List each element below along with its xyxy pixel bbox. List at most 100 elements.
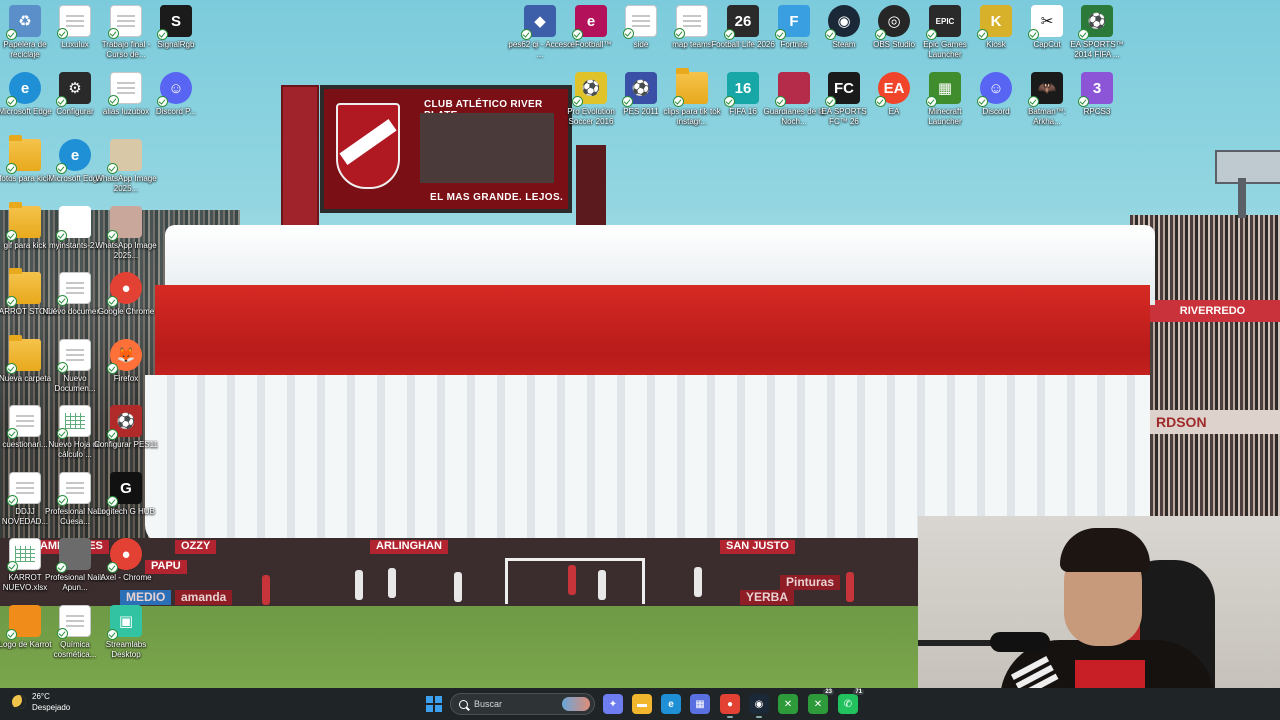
document-icon xyxy=(108,72,142,106)
wallpaper-floodlight-pole xyxy=(1238,178,1246,218)
sync-status-icon xyxy=(977,96,988,107)
sync-status-icon xyxy=(56,96,67,107)
sync-status-icon xyxy=(825,29,836,40)
river-plate-crest xyxy=(336,103,400,189)
sync-status-icon xyxy=(107,496,118,507)
sync-status-icon xyxy=(107,296,118,307)
sync-status-icon xyxy=(1078,29,1089,40)
taskbar-search-box[interactable]: Buscar xyxy=(450,693,595,715)
wallpaper-floodlight xyxy=(1215,150,1280,184)
image-icon xyxy=(107,139,142,174)
xbox-app-icon[interactable]: ✕ 23 xyxy=(808,689,834,714)
sync-status-icon xyxy=(57,295,68,306)
sync-status-icon xyxy=(875,29,886,40)
sync-status-icon xyxy=(875,96,886,107)
start-button[interactable] xyxy=(426,696,442,712)
desktop-icon-label: Logitech G HUB xyxy=(97,507,155,516)
sync-status-icon xyxy=(6,296,17,307)
wallpaper-ad: amanda xyxy=(175,590,233,605)
copilot-icon[interactable]: ✦ xyxy=(603,694,623,714)
sync-status-icon xyxy=(108,28,119,39)
desktop-icon-label: Discord P... xyxy=(155,107,197,116)
edge-icon[interactable]: e xyxy=(661,694,681,714)
desktop-icon-label: Firefox xyxy=(113,374,139,383)
wallpaper-player xyxy=(568,565,576,595)
document-icon xyxy=(57,472,91,506)
firefox-icon: 🦊 xyxy=(107,339,142,374)
wallpaper-ad: Pinturas xyxy=(780,575,841,590)
desktop-icon[interactable]: G Logitech G HUB xyxy=(93,472,159,538)
sync-status-icon xyxy=(107,163,118,174)
desktop-icon[interactable]: ⚽ Configurar PES11 xyxy=(93,405,159,471)
desktop-icon[interactable]: 3 RPCS3 xyxy=(1064,72,1130,138)
sync-status-icon xyxy=(56,562,67,573)
desktop-icon-label: WhatsApp Image 2025... xyxy=(95,174,157,193)
document-icon xyxy=(57,339,91,373)
wallpaper-ad: SAN JUSTO xyxy=(720,540,795,554)
sync-status-icon xyxy=(7,495,18,506)
pes-config-icon: ⚽ xyxy=(107,405,142,440)
edge-icon: e xyxy=(6,72,41,107)
notification-count-badge: 23 xyxy=(823,689,834,695)
chrome-icon[interactable]: ● xyxy=(720,694,740,718)
sync-status-icon xyxy=(1078,96,1089,107)
desktop-icon[interactable]: 🦊 Firefox xyxy=(93,339,159,405)
whatsapp-icon[interactable]: ✆ 71 xyxy=(838,689,864,714)
sync-status-icon xyxy=(1028,29,1039,40)
steam-icon[interactable]: ◉ xyxy=(749,694,769,718)
streamlabs-icon: ▣ xyxy=(107,605,142,640)
sync-status-icon xyxy=(107,562,118,573)
desktop-icon[interactable]: S SignalRgb xyxy=(143,5,209,71)
weather-temp: 26°C xyxy=(32,692,50,701)
sync-status-icon xyxy=(775,96,786,107)
running-indicator xyxy=(756,716,762,718)
document-icon xyxy=(623,5,657,39)
discord-icon: ☺ xyxy=(157,72,192,107)
desktop-icon[interactable]: ▣ Streamlabs Desktop xyxy=(93,605,159,671)
folder-icon xyxy=(6,268,41,307)
steam-icon: ◉ xyxy=(825,5,860,40)
wallpaper-stand-ad-2: RDSON xyxy=(1150,410,1280,434)
sync-status-icon xyxy=(7,561,18,572)
wallpaper-ad: ARLINGHAN xyxy=(370,540,448,554)
desktop-icon[interactable]: ● Google Chrome xyxy=(93,272,159,338)
sync-status-icon xyxy=(56,230,67,241)
running-indicator xyxy=(727,716,733,718)
sync-status-icon xyxy=(57,628,68,639)
windows-logo-icon xyxy=(426,696,433,703)
sync-status-icon xyxy=(157,29,168,40)
sync-status-icon xyxy=(521,29,532,40)
chrome-icon: ● xyxy=(107,538,142,573)
sync-status-icon xyxy=(1028,96,1039,107)
notification-count-badge: 71 xyxy=(853,689,864,695)
store-icon[interactable]: ▦ xyxy=(690,694,710,714)
desktop-icon[interactable]: ● Axel - Chrome xyxy=(93,538,159,604)
desktop-icon[interactable]: WhatsApp Image 2025... xyxy=(93,139,159,205)
spreadsheet-icon xyxy=(57,405,91,439)
settings-app-icon: ⚙ xyxy=(56,72,91,107)
desktop-icon[interactable]: ☺ Discord P... xyxy=(143,72,209,138)
desktop-icon[interactable]: WhatsApp Image 2025... xyxy=(93,206,159,272)
efootball-icon: e xyxy=(572,5,607,40)
xbox-icon[interactable]: ✕ xyxy=(778,694,798,714)
sync-status-icon xyxy=(56,163,67,174)
sync-status-icon xyxy=(724,96,735,107)
pes2016-icon: ⚽ xyxy=(572,72,607,107)
file-explorer-icon[interactable]: ▬ xyxy=(632,694,652,714)
obs-icon: ◎ xyxy=(875,5,910,40)
wallpaper-coca-cola-tower xyxy=(281,85,319,234)
sync-status-icon xyxy=(107,363,118,374)
sync-status-icon xyxy=(674,28,685,39)
sync-status-icon xyxy=(57,28,68,39)
document-icon xyxy=(7,405,41,439)
desktop-icon-label: Streamlabs Desktop xyxy=(105,640,147,659)
shortcut-icon: ◆ xyxy=(521,5,556,40)
search-placeholder: Buscar xyxy=(474,699,503,709)
wallpaper-player xyxy=(598,570,606,600)
weather-widget[interactable]: 26°C Despejado xyxy=(12,691,70,713)
desktop-icon[interactable]: ⚽ EA SPORTS™ 2014 FIFA ... xyxy=(1064,5,1130,71)
recycle-bin-icon: ♻ xyxy=(6,5,41,40)
moon-icon xyxy=(12,695,26,709)
discord-icon: ☺ xyxy=(977,72,1012,107)
spreadsheet-icon xyxy=(7,538,41,572)
